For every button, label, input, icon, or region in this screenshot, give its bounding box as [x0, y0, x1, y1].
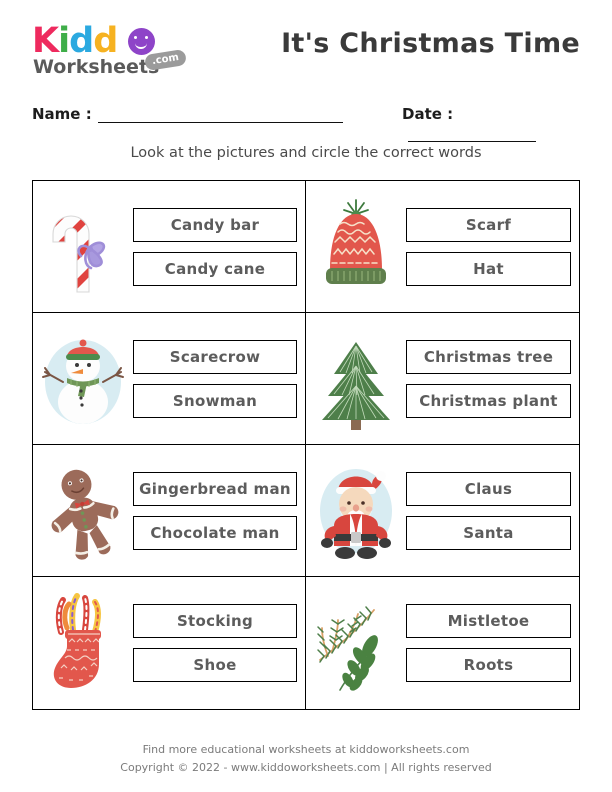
options-group: Christmas tree Christmas plant	[402, 339, 571, 418]
word-option[interactable]: Candy bar	[133, 207, 297, 242]
options-group: Gingerbread man Chocolate man	[129, 471, 297, 550]
date-field-group: Date :	[402, 104, 580, 142]
mistletoe-branch-icon	[310, 588, 402, 698]
logo-smiley-o-icon	[128, 28, 155, 55]
instruction-text: Look at the pictures and circle the corr…	[130, 145, 482, 161]
footer-copyright-text: Copyright © 2022 - www.kiddoworksheets.c…	[120, 761, 492, 774]
logo-wordmark: Kidd	[32, 21, 118, 61]
name-input[interactable]	[97, 108, 343, 123]
candy-cane-icon	[37, 192, 129, 302]
options-group: Scarf Hat	[402, 207, 571, 286]
options-group: Stocking Shoe	[129, 604, 297, 682]
winter-hat-icon	[310, 192, 402, 302]
worksheet-cell: Gingerbread man Chocolate man	[33, 445, 306, 577]
word-option[interactable]: Candy cane	[133, 251, 297, 286]
word-option[interactable]: Chocolate man	[133, 515, 297, 550]
word-option[interactable]: Christmas tree	[406, 339, 571, 374]
word-option[interactable]: Scarf	[406, 207, 571, 242]
gingerbread-man-icon	[37, 456, 129, 566]
name-date-row: Name : Date :	[32, 104, 580, 142]
logo-letter-d1: d	[69, 21, 94, 61]
logo-letter-k: K	[32, 21, 59, 61]
word-option[interactable]: Snowman	[133, 383, 297, 418]
worksheet-cell: Stocking Shoe	[33, 577, 306, 709]
worksheet-cell: Scarecrow Snowman	[33, 313, 306, 445]
options-group: Mistletoe Roots	[402, 604, 571, 682]
word-option[interactable]: Mistletoe	[406, 604, 571, 638]
options-group: Candy bar Candy cane	[129, 207, 297, 286]
worksheet-cell: Christmas tree Christmas plant	[306, 313, 579, 445]
name-label: Name :	[32, 105, 92, 123]
logo-com-badge: .com	[144, 48, 188, 72]
snowman-icon	[37, 324, 129, 434]
page-header: Kidd Worksheets .com It's Christmas Time	[32, 22, 580, 84]
word-option[interactable]: Shoe	[133, 648, 297, 682]
word-option[interactable]: Christmas plant	[406, 383, 571, 418]
word-option[interactable]: Scarecrow	[133, 339, 297, 374]
santa-claus-icon	[310, 456, 402, 566]
logo-letter-d2: d	[93, 21, 118, 61]
word-option[interactable]: Santa	[406, 515, 571, 550]
stocking-icon	[37, 588, 129, 698]
word-option[interactable]: Roots	[406, 648, 571, 682]
footer-promo-text: Find more educational worksheets at kidd…	[142, 743, 470, 756]
logo-letter-i: i	[58, 21, 70, 61]
worksheet-cell: Claus Santa	[306, 445, 579, 577]
christmas-tree-icon	[310, 324, 402, 434]
word-option[interactable]: Hat	[406, 251, 571, 286]
worksheet-cell: Mistletoe Roots	[306, 577, 579, 709]
word-option[interactable]: Gingerbread man	[133, 471, 297, 506]
word-option[interactable]: Stocking	[133, 604, 297, 638]
worksheet-cell: Scarf Hat	[306, 181, 579, 313]
options-group: Scarecrow Snowman	[129, 339, 297, 418]
worksheet-cell: Candy bar Candy cane	[33, 181, 306, 313]
worksheet-grid: Candy bar Candy cane Scarf Hat Scarecrow…	[32, 180, 580, 710]
date-input[interactable]	[408, 127, 536, 142]
logo-subtitle: Worksheets	[33, 56, 160, 78]
page-footer: Find more educational worksheets at kidd…	[0, 743, 612, 774]
page-title: It's Christmas Time	[281, 28, 580, 59]
kiddoworksheets-logo: Kidd Worksheets .com	[32, 22, 222, 84]
options-group: Claus Santa	[402, 471, 571, 550]
name-field-group: Name :	[32, 104, 343, 123]
date-label: Date :	[402, 105, 454, 123]
word-option[interactable]: Claus	[406, 471, 571, 506]
